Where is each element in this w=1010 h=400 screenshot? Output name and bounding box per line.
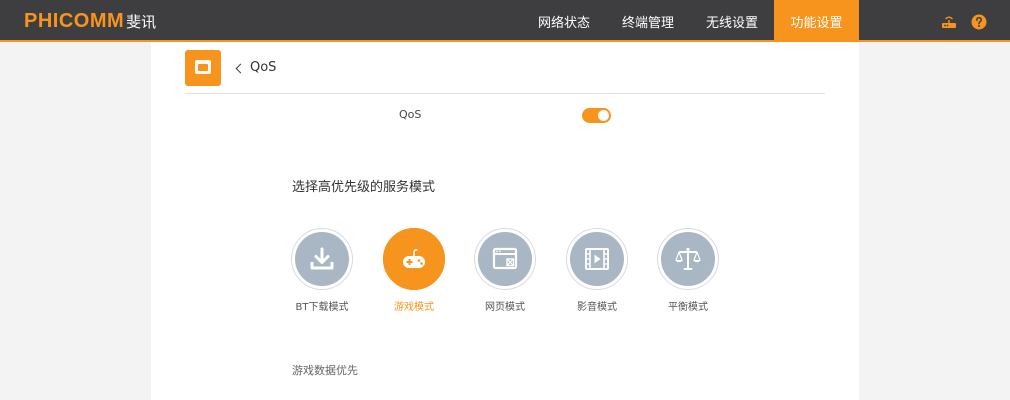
nav-wireless-settings[interactable]: 无线设置 [690,0,774,42]
section-title: 选择高优先级的服务模式 [292,180,436,195]
mode-bt-download[interactable]: BT下载模式 [290,228,354,313]
mode-ring [566,228,628,290]
mode-webpage[interactable]: 网页模式 [473,228,537,313]
mode-video[interactable]: 影音模式 [565,228,629,313]
chevron-left-icon [235,63,246,73]
webpage-icon [478,232,532,286]
toggle-knob [598,110,609,121]
mode-ring [291,228,353,290]
logo-text: PHICOMM [24,9,125,32]
content-panel: QoS QoS 选择高优先级的服务模式 BT下载模式 游戏模式 网页模式 影音模… [151,42,859,400]
mode-label: 网页模式 [485,302,525,313]
router-icon[interactable] [941,14,957,30]
video-icon [570,232,624,286]
mode-label: 平衡模式 [668,302,708,313]
phicomm-logo[interactable]: PHICOMM 斐讯 [24,10,156,32]
nav-label: 无线设置 [705,15,758,31]
help-icon[interactable] [971,14,987,30]
qos-page-icon [185,50,221,86]
nav-function-settings[interactable]: 功能设置 [774,0,859,42]
back-label: QoS [250,60,277,75]
mode-label: 影音模式 [577,302,617,313]
nav-network-status[interactable]: 网络状态 [522,0,606,42]
divider [185,93,825,94]
mode-ring [474,228,536,290]
nav-label: 网络状态 [537,15,590,31]
top-header: PHICOMM 斐讯 网络状态 终端管理 无线设置 功能设置 [0,0,1010,42]
logo-cn-text: 斐讯 [126,12,157,31]
download-icon [295,232,349,286]
nav-label: 功能设置 [790,15,843,31]
gamepad-icon [383,228,445,290]
qos-toggle[interactable] [582,108,611,123]
mode-game[interactable]: 游戏模式 [382,228,446,313]
nav-label: 终端管理 [621,15,674,31]
qos-label: QoS [399,108,422,121]
nav-terminal-management[interactable]: 终端管理 [606,0,690,42]
mode-description: 游戏数据优先 [292,364,358,377]
mode-balance[interactable]: 平衡模式 [656,228,720,313]
mode-label: BT下载模式 [295,302,349,313]
mode-ring [383,228,445,290]
back-button[interactable]: QoS [235,60,277,75]
mode-label: 游戏模式 [394,302,434,313]
mode-ring [657,228,719,290]
balance-scale-icon [661,232,715,286]
